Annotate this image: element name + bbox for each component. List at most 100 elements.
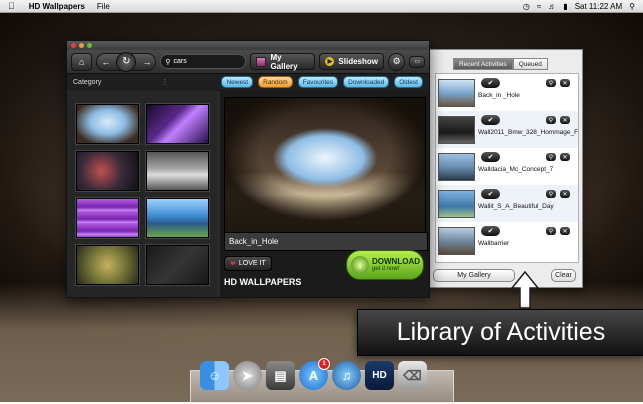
close-icon[interactable]: ✕ <box>560 79 570 87</box>
close-window-button[interactable] <box>71 43 76 48</box>
clear-button[interactable]: Clear <box>551 269 576 282</box>
thumb-dark[interactable] <box>146 245 209 285</box>
main-window: ⌂ ← ↻ → ⚲ cars My Gallery ▶ Slideshow ⚙ … <box>66 40 430 298</box>
item-name: Wall2011_Bmw_328_Hommage_F <box>478 129 578 136</box>
back-arrow-icon[interactable]: ← <box>101 57 110 67</box>
check-icon[interactable]: ✔ <box>481 115 500 125</box>
search-icon[interactable]: ⚲ <box>546 79 556 87</box>
preview-title: Back_in_Hole <box>224 232 428 251</box>
activities-panel: Recent Activities Queued ✔ ⚲ ✕ Back_in _… <box>428 49 583 288</box>
home-button[interactable]: ⌂ <box>71 52 93 71</box>
list-item[interactable]: ✔ ⚲ ✕ Walldacia_Mc_Concept_7 <box>436 148 578 185</box>
check-icon[interactable]: ✔ <box>481 78 500 88</box>
item-thumbnail <box>438 79 475 107</box>
volume-icon[interactable]: ♬ <box>548 2 556 11</box>
love-it-label: LOVE IT <box>238 260 266 267</box>
my-gallery-button[interactable]: My Gallery <box>249 52 316 71</box>
filter-oldest[interactable]: Oldest <box>394 76 423 88</box>
thumb-dark-abstract[interactable] <box>76 151 139 191</box>
app-menu[interactable]: HD Wallpapers <box>29 2 85 11</box>
wifi-icon[interactable]: ≈ <box>537 2 541 11</box>
dock-icons: ☺ ➤ ▤ A 1 ♫ HD ⌫ <box>200 358 427 390</box>
settings-button[interactable]: ⚙ <box>387 52 406 71</box>
category-label: Category <box>73 78 102 86</box>
battery-icon[interactable]: ▮ <box>563 2 567 11</box>
close-icon[interactable]: ✕ <box>560 153 570 161</box>
thumb-purple-streaks[interactable] <box>146 104 209 144</box>
list-item[interactable]: ✔ ⚲ ✕ Back_in _Hole <box>436 74 578 111</box>
minimize-window-button[interactable] <box>79 43 84 48</box>
trash-icon[interactable]: ⌫ <box>398 361 427 390</box>
thumb-car[interactable] <box>146 151 209 191</box>
notification-badge: 1 <box>318 358 330 370</box>
item-thumbnail <box>438 190 475 218</box>
close-icon[interactable]: ✕ <box>560 190 570 198</box>
thumb-cave[interactable] <box>76 104 139 144</box>
zoom-window-button[interactable] <box>87 43 92 48</box>
item-name: Walldacia_Mc_Concept_7 <box>478 166 554 173</box>
love-it-button[interactable]: ❤ LOVE IT <box>224 256 272 271</box>
finder-icon[interactable]: ☺ <box>200 361 229 390</box>
list-item[interactable]: ✔ ⚲ ✕ Wallit_S_A_Beautiful_Day <box>436 185 578 222</box>
search-value: cars <box>173 58 187 65</box>
filter-favourites[interactable]: Favourites <box>297 76 339 88</box>
search-icon[interactable]: ⚲ <box>546 116 556 124</box>
file-menu[interactable]: File <box>97 2 110 11</box>
search-icon[interactable]: ⚲ <box>546 153 556 161</box>
my-gallery-button[interactable]: My Gallery <box>433 269 515 282</box>
wallpaper-preview[interactable] <box>224 97 426 233</box>
my-gallery-label: My Gallery <box>270 52 298 71</box>
download-button[interactable]: ↓ DOWNLOAD get it now! <box>346 250 424 280</box>
check-icon[interactable]: ✔ <box>481 152 500 162</box>
filter-buttons: Newest Random Favourites Downloaded Olde… <box>221 76 423 88</box>
search-input[interactable]: ⚲ cars <box>160 54 246 69</box>
menu-bar:  HD Wallpapers File ◷ ≈ ♬ ▮ Sat 11:22 A… <box>0 0 643 13</box>
spotlight-icon[interactable]: ⚲ <box>629 2 635 11</box>
thumb-blue-sky[interactable] <box>146 198 209 238</box>
item-thumbnail <box>438 227 475 255</box>
item-name: Back_in _Hole <box>478 92 520 99</box>
slideshow-button[interactable]: ▶ Slideshow <box>319 53 384 70</box>
item-name: Wallbarrier <box>478 240 510 247</box>
filter-random[interactable]: Random <box>258 76 293 88</box>
item-name: Wallit_S_A_Beautiful_Day <box>478 203 554 210</box>
rocket-icon[interactable]: ➤ <box>233 361 262 390</box>
check-icon[interactable]: ✔ <box>481 189 500 199</box>
tab-queued[interactable]: Queued <box>512 58 548 70</box>
download-sub: get it now! <box>372 266 400 272</box>
forward-arrow-icon[interactable]: → <box>142 57 151 67</box>
itunes-icon[interactable]: ♫ <box>332 361 361 390</box>
category-dropdown-icon[interactable]: ⋮ <box>161 78 168 86</box>
close-icon[interactable]: ✕ <box>560 116 570 124</box>
refresh-button[interactable]: ↻ <box>116 51 137 72</box>
list-item[interactable]: ✔ ⚲ ✕ Wall2011_Bmw_328_Hommage_F <box>436 111 578 148</box>
filter-downloaded[interactable]: Downloaded <box>343 76 390 88</box>
download-arrow-icon: ↓ <box>351 256 369 274</box>
preview-icon[interactable]: ▤ <box>266 361 295 390</box>
close-icon[interactable]: ✕ <box>560 227 570 235</box>
gear-icon: ⚙ <box>392 56 401 66</box>
search-icon: ⚲ <box>165 58 171 66</box>
filter-newest[interactable]: Newest <box>221 76 254 88</box>
search-icon[interactable]: ⚲ <box>546 190 556 198</box>
screen-toggle-button[interactable]: ▭ <box>409 55 425 68</box>
hd-wallpapers-icon[interactable]: HD <box>365 361 394 390</box>
search-icon[interactable]: ⚲ <box>546 227 556 235</box>
check-icon[interactable]: ✔ <box>481 226 500 236</box>
activities-tabs: Recent Activities Queued <box>453 58 548 70</box>
app-store-glyph: A <box>308 368 319 383</box>
activities-list: ✔ ⚲ ✕ Back_in _Hole ✔ ⚲ ✕ Wall2011_Bmw_3… <box>435 73 579 263</box>
content-area: Back_in_Hole ❤ LOVE IT HD WALLPAPERS ↓ D… <box>67 90 429 297</box>
brand-label: HD WALLPAPERS <box>224 277 302 287</box>
thumb-frog[interactable] <box>76 245 139 285</box>
menubar-status-area: ◷ ≈ ♬ ▮ Sat 11:22 AM ⚲ <box>523 2 635 11</box>
item-thumbnail <box>438 153 475 181</box>
thumb-purple-waves[interactable] <box>76 198 139 238</box>
time-machine-icon[interactable]: ◷ <box>523 2 530 11</box>
apple-menu-icon[interactable]:  <box>8 1 15 11</box>
gallery-icon <box>255 56 267 67</box>
clock[interactable]: Sat 11:22 AM <box>575 2 622 11</box>
app-store-icon[interactable]: A 1 <box>299 358 330 390</box>
tab-recent-activities[interactable]: Recent Activities <box>453 58 513 70</box>
list-item[interactable]: ✔ ⚲ ✕ Wallbarrier <box>436 222 578 259</box>
